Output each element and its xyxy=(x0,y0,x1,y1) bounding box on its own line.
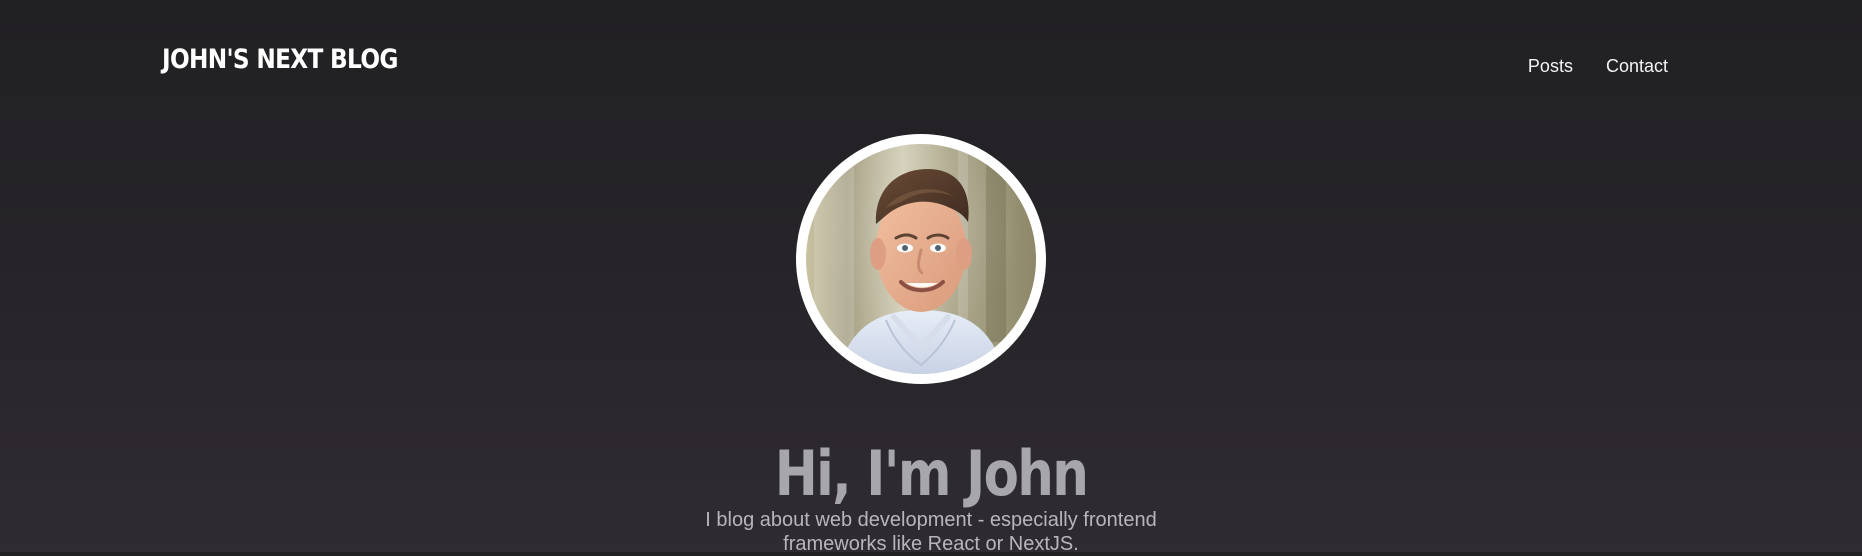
profile-photo xyxy=(814,144,1006,374)
hero-heading: Hi, I'm John xyxy=(774,436,1089,510)
hero-section: Hi, I'm John I blog about web developmen… xyxy=(0,0,1862,555)
profile-avatar xyxy=(806,144,1036,374)
avatar-frame xyxy=(796,134,1046,384)
hero-description: I blog about web development - especiall… xyxy=(705,509,1157,555)
